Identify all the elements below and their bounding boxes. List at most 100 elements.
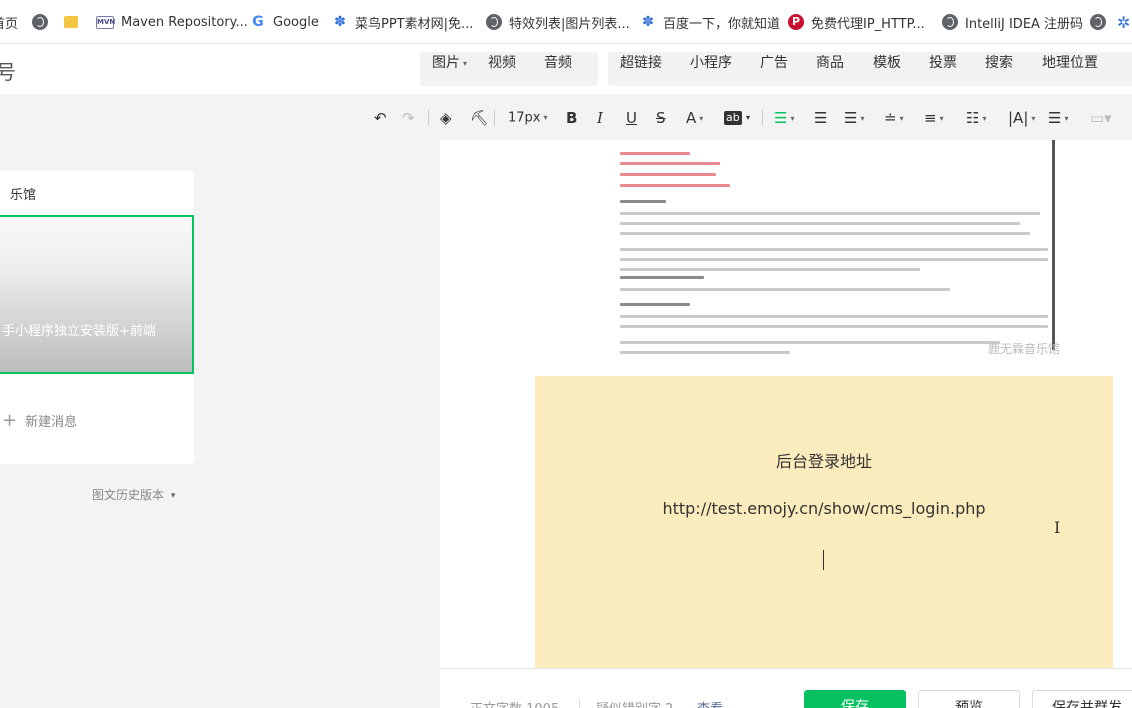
toolbar-hyperlink[interactable]: 超链接 [620, 52, 662, 72]
editor-topbar: 号 图片 ▾ 视频 音频 超链接 小程序 广告 商品 模板 投票 搜索 地理位置 [0, 44, 1132, 94]
document-screenshot-image [614, 140, 1056, 362]
view-typos-link[interactable]: 查看 [697, 698, 723, 708]
highlighted-text-block[interactable]: 后台登录地址 http://test.emojy.cn/show/cms_log… [535, 376, 1113, 670]
bookmark-label: 百度一下，你就知道 [663, 16, 781, 32]
strikethrough-icon[interactable]: S [656, 108, 666, 128]
letter-spacing-icon[interactable]: |A| ▾ [1008, 108, 1035, 128]
undo-icon[interactable]: ↶ [374, 108, 387, 128]
toolbar-divider [494, 110, 495, 126]
folder-icon [64, 16, 78, 28]
bookmark-effects[interactable]: 特效列表|图片列表... [486, 13, 630, 32]
font-size-select[interactable]: 17px ▾ [508, 108, 548, 128]
bookmarks-bar: 首页 MVN Maven Repository... G Google ✽ 菜鸟… [0, 0, 1132, 44]
proxy-icon: P [788, 14, 804, 30]
bookmark-baidu[interactable]: ✽ 百度一下，你就知道 [640, 13, 781, 32]
toolbar-ad[interactable]: 广告 [760, 52, 788, 72]
bookmark-label: Google [273, 14, 319, 30]
paw-icon: ✽ [642, 14, 654, 30]
image-watermark: 鹿无霖音乐馆 [988, 342, 1061, 356]
preview-button[interactable]: 预览 [918, 690, 1020, 708]
chevron-down-icon: ▾ [899, 113, 904, 123]
chevron-down-icon: ▾ [982, 113, 987, 123]
list-icon[interactable]: ☰ ▾ [1048, 108, 1068, 128]
eraser-icon[interactable]: ◈ [440, 108, 452, 128]
chevron-down-icon: ▾ [1031, 113, 1036, 123]
chevron-down-icon: ▾ [1064, 113, 1069, 123]
toolbar-audio[interactable]: 音频 [544, 52, 572, 72]
chevron-down-icon: ▾ [790, 113, 795, 123]
new-message-button[interactable]: + 新建消息 [2, 410, 77, 431]
toolbar-search[interactable]: 搜索 [985, 52, 1013, 72]
bookmark-label: Maven Repository... [121, 14, 248, 30]
bookmark-extra[interactable]: ✲ [1117, 12, 1131, 32]
format-toolbar: ↶ ↷ ◈ ⛏ 17px ▾ B I U S A ▾ ab ▾ ☰ ▾ ☰ ☰ ▾ ≐ ▾… [0, 94, 1132, 140]
block-title: 后台登录地址 [775, 452, 872, 471]
logo-fragment: 号 [0, 60, 16, 84]
bold-icon[interactable]: B [566, 108, 577, 128]
maven-icon: MVN [96, 15, 115, 29]
bookmark-cainiao[interactable]: ✽ 菜鸟PPT素材网|免... [332, 13, 473, 32]
format-painter-icon[interactable]: ⛏ [470, 108, 489, 128]
toolbar-location[interactable]: 地理位置 [1042, 52, 1098, 72]
bookmark-label: 免费代理IP_HTTP... [811, 16, 925, 32]
plus-icon: + [2, 410, 18, 431]
chevron-down-icon[interactable]: ▾ [746, 108, 750, 128]
save-button[interactable]: 保存 [804, 690, 906, 708]
toolbar-image[interactable]: 图片 ▾ [432, 52, 467, 72]
bookmark-label: 特效列表|图片列表... [509, 16, 630, 32]
globe-icon [1090, 14, 1106, 30]
extension-icon: ✲ [1117, 12, 1131, 32]
toolbar-divider [762, 110, 763, 126]
bookmark-globe[interactable] [32, 13, 55, 31]
save-and-send-button[interactable]: 保存并群发 [1032, 690, 1132, 708]
footer-divider [579, 699, 580, 708]
underline-icon[interactable]: U [626, 108, 637, 128]
article-cover[interactable]: 手小程序独立安装版+前端 [0, 215, 194, 374]
spacing-icon[interactable]: ≐ ▾ [884, 108, 904, 128]
paw-icon: ✽ [334, 14, 346, 30]
document-scroll-indicator [1052, 140, 1055, 350]
outdent-icon[interactable]: ☰ ▾ [844, 108, 864, 128]
editor-footer: 正文字数 1005 疑似错别字 2 查看 [440, 668, 1132, 708]
background-color-icon[interactable]: ab [724, 111, 742, 125]
chevron-down-icon: ▾ [860, 113, 865, 123]
font-color-icon[interactable]: A ▾ [686, 108, 703, 128]
italic-icon[interactable]: I [597, 108, 603, 128]
toolbar-template[interactable]: 模板 [873, 52, 901, 72]
block-url: http://test.emojy.cn/show/cms_login.php [662, 499, 986, 518]
bookmark-google[interactable]: G Google [250, 13, 319, 31]
chevron-down-icon: ▾ [170, 490, 176, 501]
google-icon: G [250, 14, 266, 30]
chevron-down-icon: ▾ [543, 113, 548, 122]
toolbar-divider [428, 110, 429, 126]
text-caret [823, 550, 824, 570]
font-size-value: 17px [508, 110, 541, 126]
bookmark-maven[interactable]: MVN Maven Repository... [96, 13, 248, 31]
bookmark-proxy[interactable]: P 免费代理IP_HTTP... [788, 13, 925, 32]
word-count: 正文字数 1005 [470, 698, 559, 708]
globe-icon [942, 14, 958, 30]
chevron-down-icon: ▾ [939, 113, 944, 123]
bookmark-folder[interactable] [64, 13, 85, 31]
globe-icon [486, 14, 502, 30]
cover-title: 手小程序独立安装版+前端 [2, 324, 156, 339]
toolbar-video[interactable]: 视频 [488, 52, 516, 72]
toolbar-image-label: 图片 [432, 55, 460, 71]
new-message-label: 新建消息 [25, 415, 78, 430]
toolbar-vote[interactable]: 投票 [929, 52, 957, 72]
line-height-icon[interactable]: ≡ ▾ [924, 108, 944, 128]
bookmark-globe-2[interactable] [1090, 13, 1113, 31]
bookmark-intellij[interactable]: IntelliJ IDEA 注册码 [942, 13, 1083, 32]
toolbar-miniprogram[interactable]: 小程序 [690, 52, 732, 72]
history-version-button[interactable]: 图文历史版本 ▾ [92, 486, 175, 503]
bookmark-home[interactable]: 首页 [0, 13, 18, 32]
indent-icon[interactable]: ☰ [814, 108, 827, 128]
table-icon[interactable]: ▭▾ [1090, 108, 1112, 128]
paragraph-spacing-icon[interactable]: ☷ ▾ [966, 108, 986, 128]
toolbar-goods[interactable]: 商品 [816, 52, 844, 72]
chevron-down-icon: ▾ [463, 58, 468, 68]
chevron-down-icon: ▾ [699, 113, 704, 123]
account-name: 乐馆 [10, 188, 37, 203]
redo-icon[interactable]: ↷ [402, 108, 415, 128]
align-center-icon[interactable]: ☰ ▾ [774, 108, 794, 128]
